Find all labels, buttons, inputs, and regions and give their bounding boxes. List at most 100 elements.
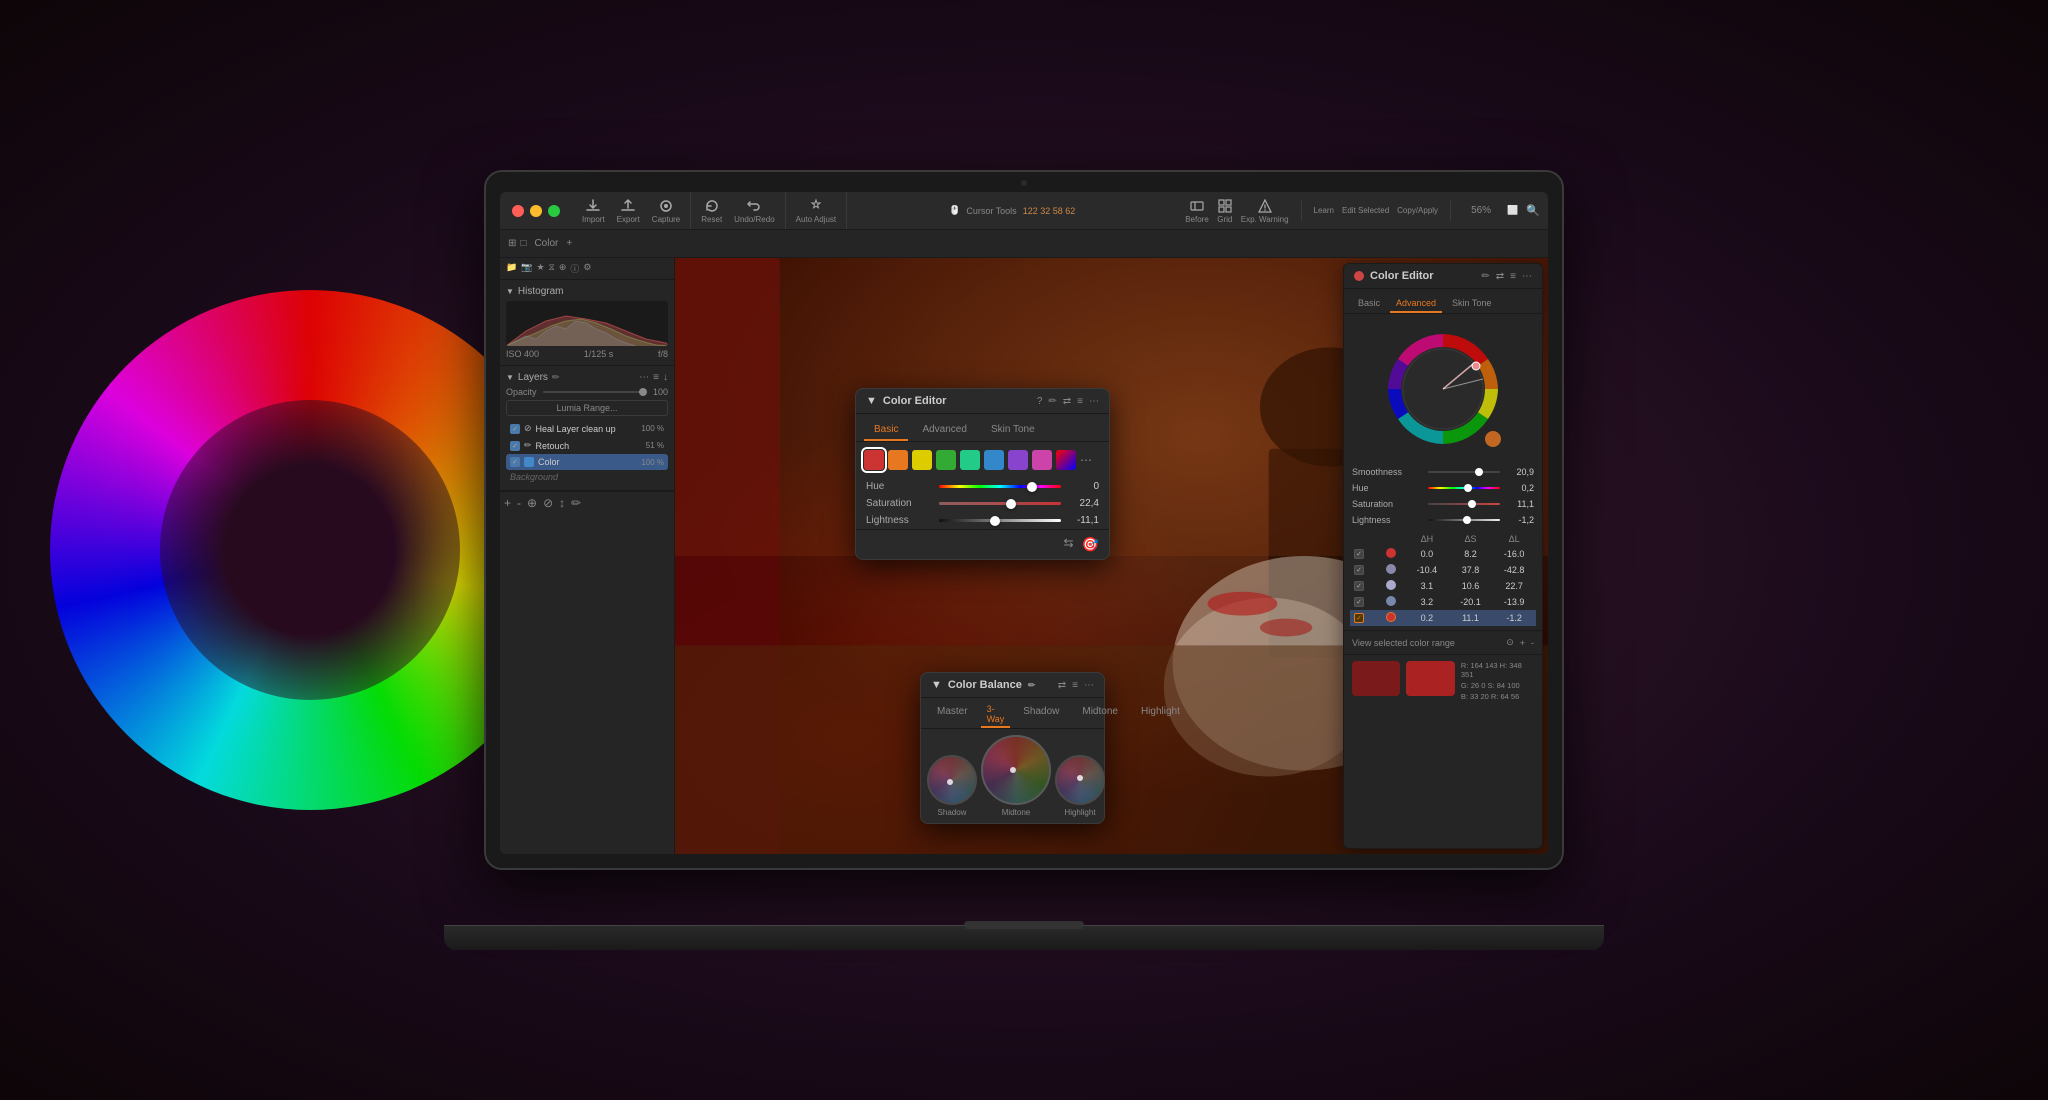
right-lightness-thumb[interactable] bbox=[1463, 516, 1471, 524]
tab-3way[interactable]: 3-Way bbox=[981, 702, 1011, 728]
add-layer-button[interactable]: + bbox=[504, 496, 511, 510]
right-saturation-thumb[interactable] bbox=[1468, 500, 1476, 508]
layers-edit-icon[interactable]: ✏ bbox=[552, 372, 560, 383]
view-range-add[interactable]: + bbox=[1520, 638, 1525, 648]
smoothness-slider[interactable] bbox=[1428, 471, 1500, 473]
learn-button[interactable]: Learn bbox=[1314, 206, 1334, 215]
color-picker-icon[interactable]: 🎯 bbox=[1082, 536, 1099, 553]
tab-highlight[interactable]: Highlight bbox=[1131, 702, 1190, 728]
right-tab-basic[interactable]: Basic bbox=[1352, 295, 1386, 313]
right-tab-advanced[interactable]: Advanced bbox=[1390, 295, 1442, 313]
swatch-purple[interactable] bbox=[1008, 450, 1028, 470]
camera-icon[interactable]: 📷 bbox=[521, 262, 532, 275]
color-balance-edit-icon[interactable]: ✏ bbox=[1028, 680, 1036, 691]
export-button[interactable]: Export bbox=[617, 198, 640, 224]
color-table-row-2[interactable]: ✓ 3.1 10.6 22.7 bbox=[1350, 578, 1536, 594]
tab-shadow[interactable]: Shadow bbox=[1013, 702, 1069, 728]
undo-redo-button[interactable]: Undo/Redo bbox=[734, 198, 774, 224]
auto-adjust-button[interactable]: Auto Adjust bbox=[796, 198, 836, 224]
color-editor-left-edit[interactable]: ✏ bbox=[1048, 396, 1056, 407]
lumia-range[interactable]: Lumia Range... bbox=[506, 400, 668, 416]
swatch-green[interactable] bbox=[936, 450, 956, 470]
tab-midtone[interactable]: Midtone bbox=[1072, 702, 1128, 728]
layer-item-retouch[interactable]: ✓ ✏ Retouch 51 % bbox=[506, 437, 668, 454]
layer-copy-button[interactable]: ⊕ bbox=[527, 496, 537, 510]
grid-button[interactable]: Grid bbox=[1217, 198, 1233, 224]
copy-apply-button[interactable]: Copy/Apply bbox=[1397, 206, 1438, 215]
swatch-orange[interactable] bbox=[888, 450, 908, 470]
opacity-slider[interactable] bbox=[543, 391, 647, 393]
color-editor-left-collapse[interactable]: ▼ bbox=[866, 395, 877, 407]
shadow-wheel[interactable] bbox=[927, 755, 977, 805]
info-icon[interactable]: ⓘ bbox=[570, 262, 579, 275]
layer-mask-button[interactable]: ⊘ bbox=[543, 496, 553, 510]
swatch-yellow[interactable] bbox=[912, 450, 932, 470]
swatch-red[interactable] bbox=[864, 450, 884, 470]
swatch-blue[interactable] bbox=[984, 450, 1004, 470]
color-balance-chevron[interactable]: ▼ bbox=[931, 679, 942, 691]
smoothness-thumb[interactable] bbox=[1475, 468, 1483, 476]
hue-slider[interactable] bbox=[939, 485, 1061, 488]
saturation-thumb[interactable] bbox=[1006, 499, 1016, 509]
tab-master[interactable]: Master bbox=[927, 702, 978, 728]
color-table-row-0[interactable]: ✓ 0.0 8.2 -16.0 bbox=[1350, 546, 1536, 562]
add-view-button[interactable]: + bbox=[566, 238, 572, 249]
layers-action-1[interactable]: ⋯ bbox=[639, 372, 649, 383]
swatch-gradient[interactable] bbox=[1056, 450, 1076, 470]
color-editor-right-list[interactable]: ≡ bbox=[1510, 271, 1516, 282]
color-table-row-4[interactable]: ✓ 0.2 11.1 -1.2 bbox=[1350, 610, 1536, 626]
layer-check-color[interactable]: ✓ bbox=[510, 457, 520, 467]
map-icon[interactable]: ⊕ bbox=[559, 262, 567, 275]
view-range-circle[interactable]: ⊙ bbox=[1506, 637, 1514, 648]
eyedropper-icon[interactable]: ⇆ bbox=[1064, 536, 1074, 553]
hue-thumb[interactable] bbox=[1027, 482, 1037, 492]
reset-button[interactable]: Reset bbox=[701, 198, 722, 224]
layer-move-button[interactable]: ↕ bbox=[559, 496, 565, 510]
tab-advanced[interactable]: Advanced bbox=[912, 420, 976, 441]
right-hue-slider[interactable] bbox=[1428, 487, 1500, 489]
color-editor-left-more[interactable]: ⋯ bbox=[1089, 396, 1099, 407]
right-hue-thumb[interactable] bbox=[1464, 484, 1472, 492]
color-editor-right-more[interactable]: ⋯ bbox=[1522, 271, 1532, 282]
layer-check-retouch[interactable]: ✓ bbox=[510, 441, 520, 451]
cursor-tool-icon[interactable]: 🖱️ bbox=[949, 205, 960, 216]
import-button[interactable]: Import bbox=[582, 198, 605, 224]
layers-action-3[interactable]: ↓ bbox=[663, 372, 668, 383]
layer-check-heal[interactable]: ✓ bbox=[510, 424, 520, 434]
exp-warning-button[interactable]: Exp. Warning bbox=[1241, 198, 1289, 224]
swatches-more[interactable]: ⋯ bbox=[1080, 453, 1092, 467]
lightness-slider[interactable] bbox=[939, 519, 1061, 522]
star-icon[interactable]: ★ bbox=[536, 262, 544, 275]
search-button[interactable]: 🔍 bbox=[1526, 204, 1540, 217]
color-editor-right-copy[interactable]: ⇄ bbox=[1496, 271, 1504, 282]
layers-action-2[interactable]: ≡ bbox=[653, 372, 659, 383]
view-range-remove[interactable]: - bbox=[1531, 638, 1534, 648]
zoom-fit-button[interactable]: ⬜ bbox=[1507, 205, 1518, 216]
before-button[interactable]: Before bbox=[1185, 198, 1209, 224]
swatch-teal[interactable] bbox=[960, 450, 980, 470]
highlight-wheel[interactable] bbox=[1055, 755, 1105, 805]
color-balance-more[interactable]: ⋯ bbox=[1084, 680, 1094, 691]
filter-icon[interactable]: ⧖ bbox=[549, 262, 555, 275]
edit-selected-button[interactable]: Edit Selected bbox=[1342, 206, 1389, 215]
view-icons[interactable]: ⊞□ bbox=[508, 238, 526, 249]
tab-basic[interactable]: Basic bbox=[864, 420, 908, 441]
lightness-thumb[interactable] bbox=[990, 516, 1000, 526]
folder-icon[interactable]: 📁 bbox=[506, 262, 517, 275]
minimize-button[interactable] bbox=[530, 205, 542, 217]
remove-layer-button[interactable]: - bbox=[517, 496, 521, 510]
tab-skin-tone[interactable]: Skin Tone bbox=[981, 420, 1045, 441]
color-editor-left-list[interactable]: ≡ bbox=[1077, 396, 1083, 407]
right-tab-skin-tone[interactable]: Skin Tone bbox=[1446, 295, 1497, 313]
layer-item-color[interactable]: ✓ Color 100 % bbox=[506, 454, 668, 470]
swatch-pink[interactable] bbox=[1032, 450, 1052, 470]
saturation-slider[interactable] bbox=[939, 502, 1061, 505]
settings-icon[interactable]: ⚙ bbox=[583, 262, 591, 275]
color-editor-right-edit[interactable]: ✏ bbox=[1481, 271, 1489, 282]
color-table-row-3[interactable]: ✓ 3.2 -20.1 -13.9 bbox=[1350, 594, 1536, 610]
color-balance-list[interactable]: ≡ bbox=[1072, 680, 1078, 691]
capture-button[interactable]: Capture bbox=[652, 198, 680, 224]
histogram-chevron[interactable]: ▼ bbox=[506, 287, 514, 296]
right-saturation-slider[interactable] bbox=[1428, 503, 1500, 505]
layer-paint-button[interactable]: ✏ bbox=[571, 496, 581, 510]
